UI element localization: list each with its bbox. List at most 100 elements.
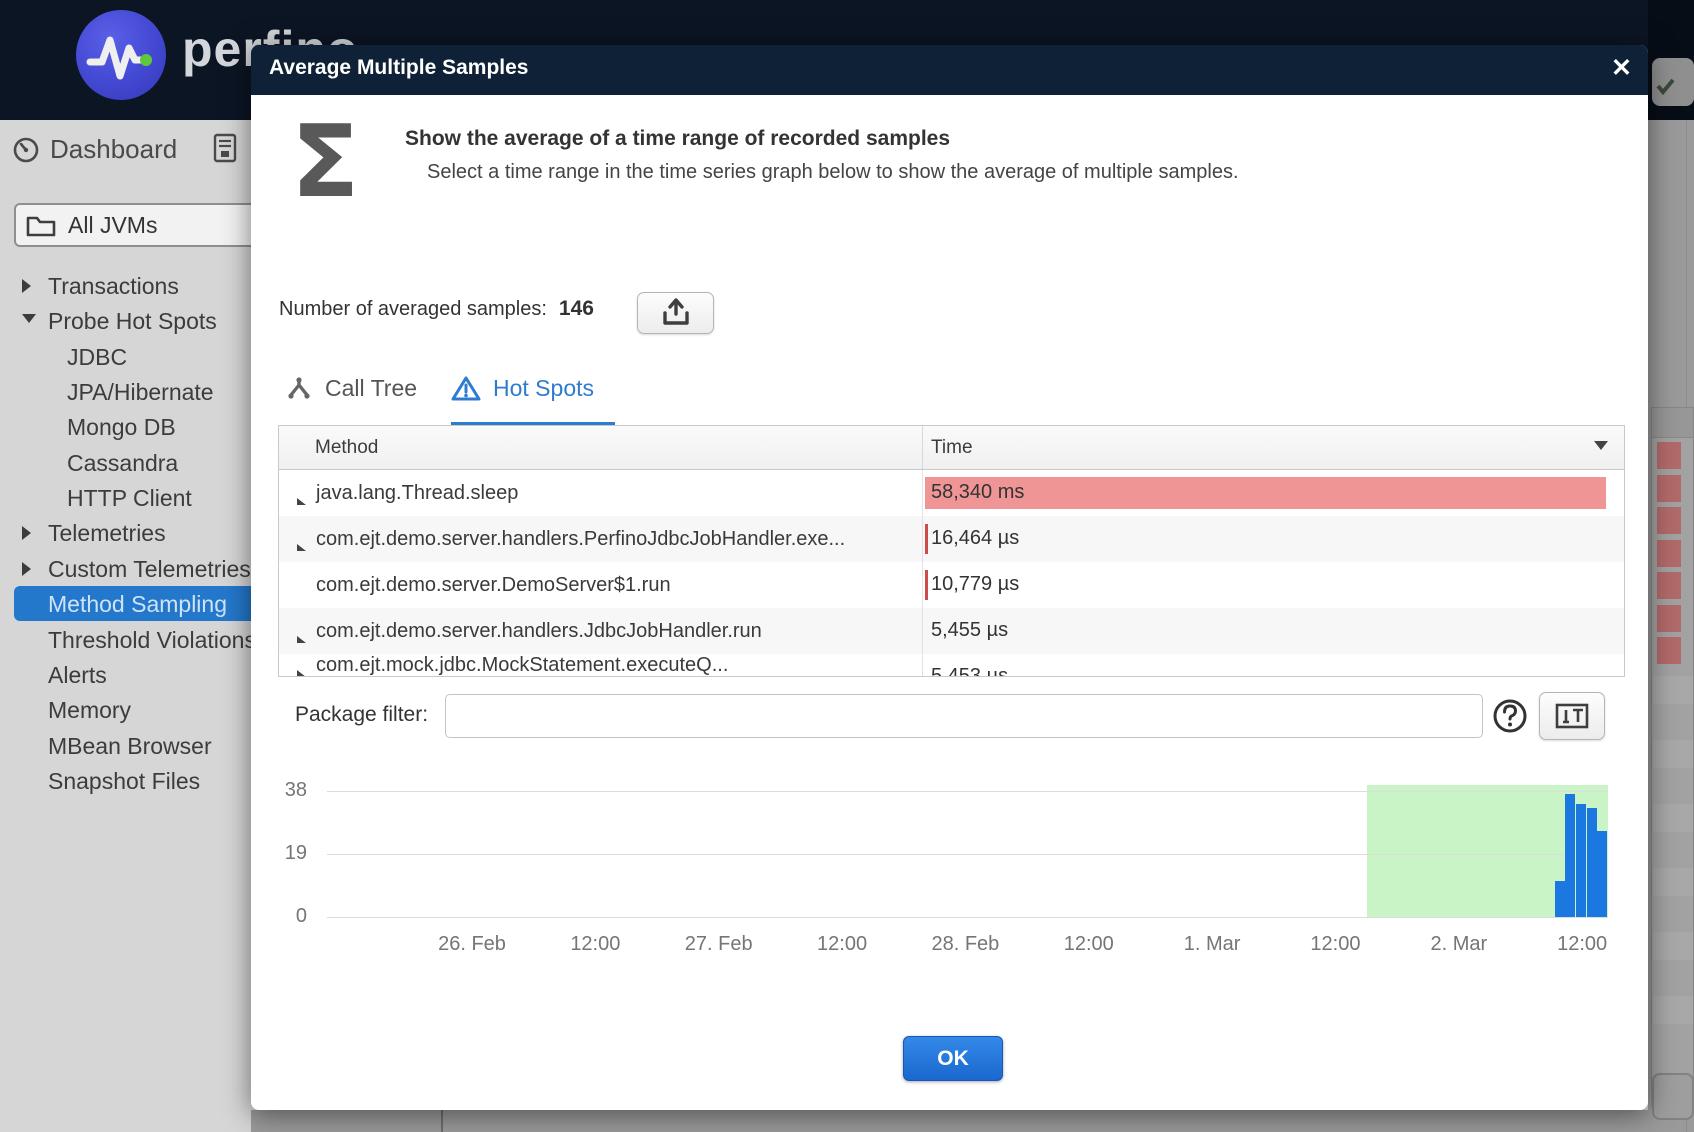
dialog-title: Average Multiple Samples (269, 56, 528, 80)
tree-expand-icon[interactable] (22, 279, 31, 293)
table-row[interactable]: com.ejt.demo.server.handlers.PerfinoJdbc… (279, 516, 1624, 562)
sidebar-item-label: MBean Browser (48, 733, 212, 760)
chart-bar (1597, 831, 1607, 917)
sidebar-item-telemetries[interactable]: Telemetries (48, 517, 166, 550)
tab-hot-spots-label: Hot Spots (493, 375, 594, 402)
dialog-titlebar: Average Multiple Samples ✕ (251, 45, 1648, 95)
close-icon[interactable]: ✕ (1611, 53, 1632, 83)
chart-bar (1565, 794, 1575, 917)
dimmed-background-bottom (251, 1110, 1648, 1132)
sidebar-item-label: Snapshot Files (48, 768, 200, 795)
row-expand-icon[interactable] (297, 670, 306, 677)
average-multiple-samples-dialog: Average Multiple Samples ✕ Σ Show the av… (251, 45, 1648, 1110)
sidebar-item-label: Telemetries (48, 520, 166, 547)
sidebar-item-label: Custom Telemetries (48, 556, 251, 583)
sidebar-item-memory[interactable]: Memory (48, 694, 131, 727)
sidebar-item-transactions[interactable]: Transactions (48, 270, 179, 303)
time-value-bar (925, 570, 928, 600)
sidebar-tree: Transactions Probe Hot Spots JDBC JPA/Hiber… (0, 0, 260, 1132)
tab-hot-spots[interactable]: Hot Spots (451, 375, 594, 402)
x-axis-tick-label: 2. Mar (1404, 933, 1514, 956)
tree-expand-icon[interactable] (22, 526, 31, 540)
method-cell: java.lang.Thread.sleep (279, 482, 922, 505)
time-cell: 5,453 µs (922, 654, 1624, 677)
sidebar-item-cassandra[interactable]: Cassandra (67, 447, 178, 480)
x-axis-tick-label: 12:00 (787, 933, 897, 956)
averaged-samples-count: 146 (559, 297, 594, 321)
sidebar-item-alerts[interactable]: Alerts (48, 659, 107, 692)
sidebar-item-jpa-hibernate[interactable]: JPA/Hibernate (67, 376, 214, 409)
help-button[interactable] (1491, 697, 1529, 735)
method-name: com.ejt.mock.jdbc.MockStatement.executeQ… (316, 654, 728, 676)
call-tree-icon (285, 376, 313, 402)
x-axis-tick-label: 26. Feb (417, 933, 527, 956)
sort-descending-icon[interactable] (1594, 441, 1608, 450)
row-expand-icon[interactable] (297, 498, 306, 505)
gridline (327, 917, 1608, 918)
x-axis-tick-label: 1. Mar (1157, 933, 1267, 956)
column-header-time-label: Time (931, 437, 973, 459)
dimmed-table-row (1653, 804, 1693, 832)
sidebar-item-label: JDBC (67, 344, 127, 371)
row-expand-icon[interactable] (297, 636, 306, 643)
x-axis-tick-label: 12:00 (540, 933, 650, 956)
sidebar-item-http-client[interactable]: HTTP Client (67, 482, 192, 515)
table-row[interactable]: java.lang.Thread.sleep 58,340 ms (279, 470, 1624, 516)
y-axis-tick-label: 19 (259, 842, 307, 865)
row-expand-icon[interactable] (297, 544, 306, 551)
time-cell: 5,455 µs (922, 608, 1624, 654)
method-cell: com.ejt.mock.jdbc.MockStatement.executeQ… (279, 654, 922, 677)
dimmed-time-bar (1657, 475, 1681, 502)
ok-button[interactable]: OK (903, 1036, 1003, 1081)
warning-triangle-icon (451, 375, 481, 402)
export-button[interactable] (637, 292, 714, 334)
sidebar-item-label: Alerts (48, 662, 107, 689)
sidebar-item-label: Cassandra (67, 450, 178, 477)
dimmed-panel-header (1652, 408, 1693, 438)
sidebar-item-method-sampling[interactable]: Method Sampling (48, 588, 227, 621)
x-axis-tick-label: 12:00 (1034, 933, 1144, 956)
dialog-subheading: Select a time range in the time series g… (427, 161, 1239, 184)
time-cell: 58,340 ms (922, 470, 1624, 516)
tab-call-tree[interactable]: Call Tree (285, 375, 417, 402)
x-axis-tick-label: 28. Feb (910, 933, 1020, 956)
time-series-chart[interactable]: 0193826. Feb12:0027. Feb12:0028. Feb12:0… (251, 745, 1648, 985)
sidebar-item-jdbc[interactable]: JDBC (67, 341, 127, 374)
method-name: com.ejt.demo.server.handlers.JdbcJobHand… (316, 620, 762, 642)
sidebar-item-threshold-violations[interactable]: Threshold Violations (48, 624, 256, 657)
time-cell: 16,464 µs (922, 516, 1624, 562)
column-header-time[interactable]: Time (922, 426, 1624, 469)
y-axis-tick-label: 0 (259, 905, 307, 928)
table-row[interactable]: com.ejt.demo.server.DemoServer$1.run10,7… (279, 562, 1624, 608)
dimmed-time-bar (1657, 637, 1681, 664)
time-value: 16,464 µs (931, 527, 1019, 550)
method-cell: com.ejt.demo.server.handlers.PerfinoJdbc… (279, 528, 922, 551)
dimmed-table-row (1653, 676, 1693, 704)
tree-collapse-icon[interactable] (22, 314, 36, 323)
tree-expand-icon[interactable] (22, 562, 31, 576)
dimmed-table-row (1653, 996, 1693, 1024)
sidebar-item-custom-telemetries[interactable]: Custom Telemetries (48, 553, 251, 586)
dimmed-bottom-button (1652, 1073, 1694, 1120)
column-header-method[interactable]: Method (279, 426, 922, 469)
dimmed-time-bar (1657, 540, 1681, 567)
sidebar-item-label: Mongo DB (67, 414, 176, 441)
time-value: 58,340 ms (931, 481, 1024, 504)
sidebar-item-label: Transactions (48, 273, 179, 300)
display-options-button[interactable] (1539, 692, 1605, 740)
method-cell: com.ejt.demo.server.handlers.JdbcJobHand… (279, 620, 922, 643)
sidebar-item-mongo-db[interactable]: Mongo DB (67, 411, 176, 444)
time-value-bar (925, 477, 1606, 509)
table-row[interactable]: com.ejt.mock.jdbc.MockStatement.executeQ… (279, 654, 1624, 677)
dimmed-time-bar (1657, 605, 1681, 632)
y-axis-tick-label: 38 (259, 779, 307, 802)
sidebar-item-probe-hot-spots[interactable]: Probe Hot Spots (48, 305, 217, 338)
averaged-samples-label: Number of averaged samples: (279, 298, 547, 321)
package-filter-input[interactable] (445, 694, 1483, 738)
dimmed-table-row (1653, 932, 1693, 960)
method-name: java.lang.Thread.sleep (316, 482, 518, 504)
method-cell: com.ejt.demo.server.DemoServer$1.run (279, 574, 922, 597)
sidebar-item-snapshot-files[interactable]: Snapshot Files (48, 765, 200, 798)
sidebar-item-mbean-browser[interactable]: MBean Browser (48, 730, 212, 763)
table-row[interactable]: com.ejt.demo.server.handlers.JdbcJobHand… (279, 608, 1624, 654)
